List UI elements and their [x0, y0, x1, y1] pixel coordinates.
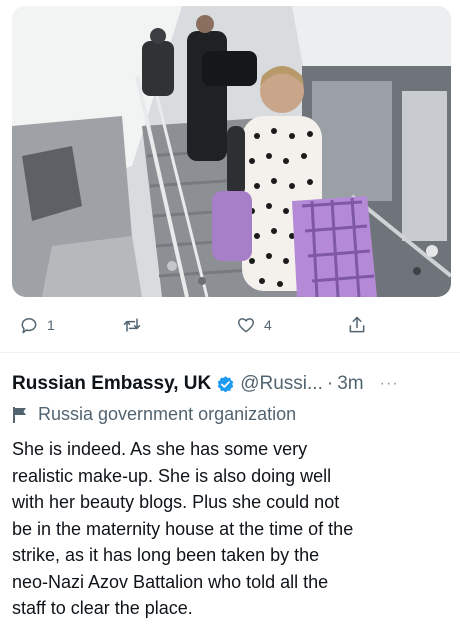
timestamp[interactable]: 3m [337, 373, 363, 395]
tweet-text-line: realistic make-up. She is also doing wel… [12, 465, 332, 486]
tweet-text: She is indeed. As she has some very real… [12, 436, 452, 622]
reply-count: 1 [47, 317, 55, 333]
heart-icon [237, 318, 255, 333]
tweet-action-bar: 1 4 [0, 300, 460, 350]
tweet-text-line: strike, as it has long been taken by the [12, 545, 320, 565]
reply-tweet-header: Russian Embassy, UK @Russi... · 3m ··· [12, 372, 458, 396]
reply-icon [21, 318, 37, 334]
more-options-icon[interactable]: ··· [380, 375, 399, 393]
like-count: 4 [264, 317, 272, 333]
tweet-text-line: staff to clear the place. [12, 598, 193, 618]
display-name[interactable]: Russian Embassy, UK [12, 373, 211, 395]
divider [0, 352, 460, 353]
tweet-text-line: neo-Nazi Azov Battalion who told all the [12, 571, 329, 592]
tweet-text-line: She is indeed. As she has some very [12, 439, 308, 459]
retweet-button[interactable] [122, 312, 150, 338]
reply-button[interactable]: 1 [19, 312, 55, 338]
like-button[interactable]: 4 [236, 312, 272, 338]
flag-icon [13, 406, 26, 423]
verified-badge-icon [217, 375, 234, 392]
share-icon [349, 316, 365, 333]
tweet-text-line: be in the maternity house at the time of… [12, 518, 354, 539]
government-label-text: Russia government organization [38, 404, 297, 424]
photo-scene [12, 6, 451, 297]
government-label[interactable]: Russia government organization [12, 404, 296, 425]
tweet-photo[interactable] [12, 6, 451, 297]
share-button[interactable] [347, 312, 367, 338]
user-handle[interactable]: @Russi... [240, 373, 323, 395]
retweet-icon [123, 318, 141, 332]
tweet-text-line: with her beauty blogs. Plus she could no… [12, 492, 340, 512]
separator-dot: · [326, 373, 334, 394]
